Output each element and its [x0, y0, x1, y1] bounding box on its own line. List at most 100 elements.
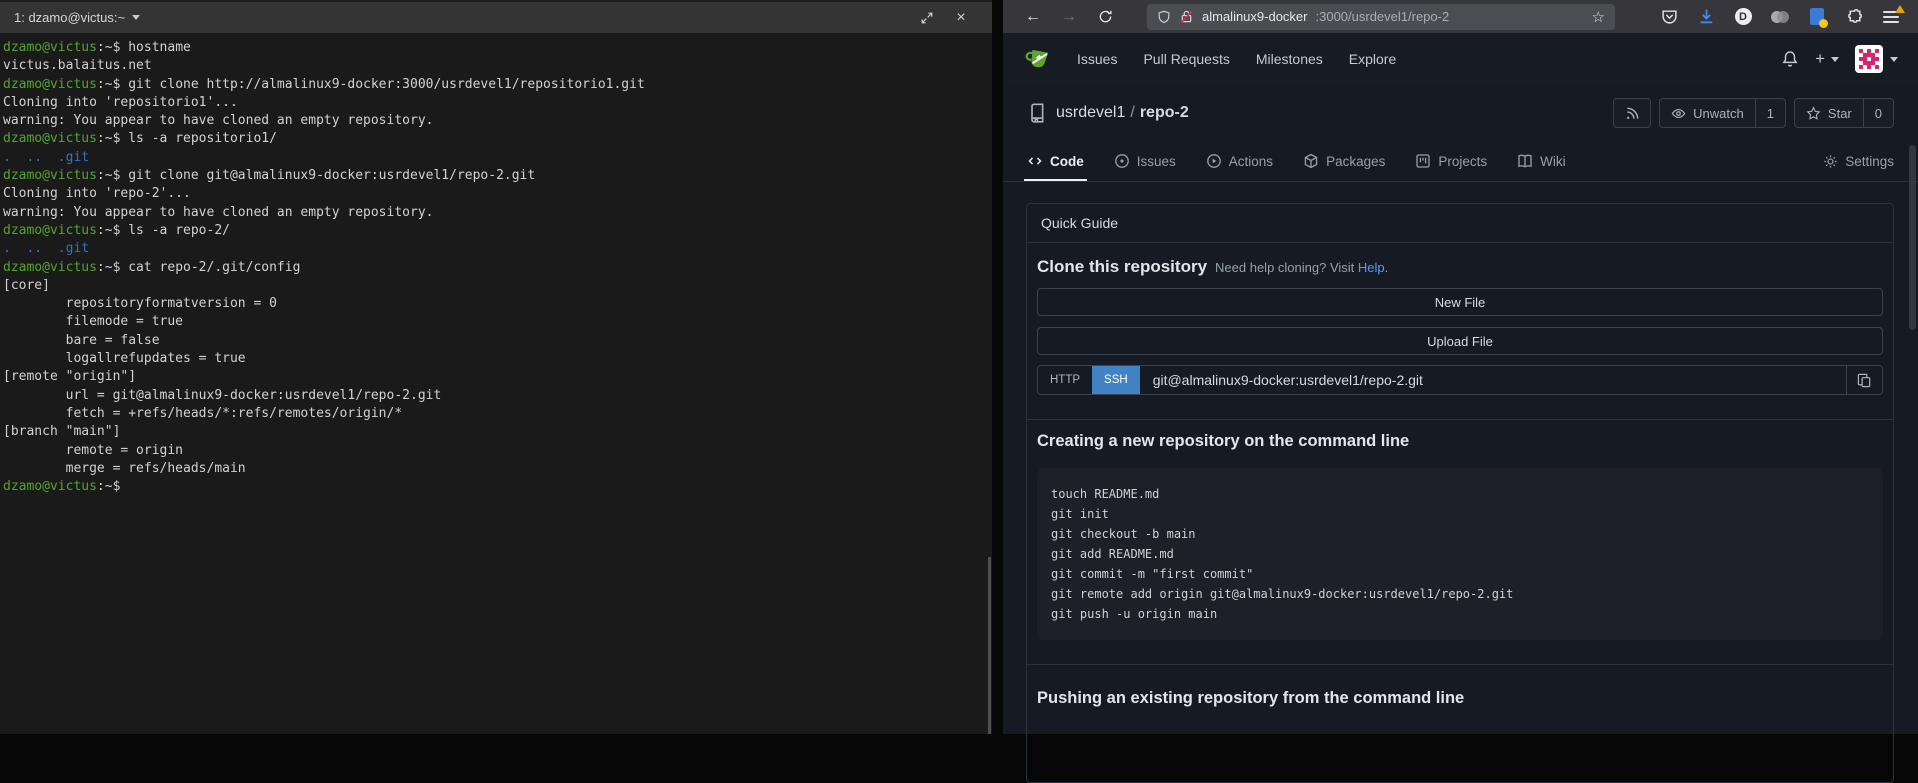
terminal-line: filemode = true — [3, 313, 989, 331]
quick-guide-panel: Quick Guide Clone this repository Need h… — [1026, 203, 1894, 783]
http-toggle[interactable]: HTTP — [1038, 366, 1092, 394]
unwatch-button[interactable]: Unwatch 1 — [1659, 98, 1786, 128]
nav-pull-requests[interactable]: Pull Requests — [1143, 51, 1229, 67]
pocket-icon[interactable] — [1658, 6, 1680, 28]
repo-tabs: Code Issues Actions Packages Projects — [1003, 141, 1918, 182]
tab-packages[interactable]: Packages — [1303, 141, 1385, 181]
terminal-titlebar[interactable]: 1: dzamo@victus:~ × — [0, 0, 992, 33]
create-new-button[interactable]: + — [1815, 49, 1839, 69]
shield-icon[interactable] — [1157, 10, 1171, 24]
terminal-scrollbar-thumb[interactable] — [988, 557, 991, 734]
app-menu-icon[interactable] — [1880, 6, 1902, 28]
terminal-output[interactable]: dzamo@victus:~$ hostnamevictus.balaitus.… — [0, 33, 992, 502]
repo-name-link[interactable]: repo-2 — [1140, 104, 1189, 121]
chevron-down-icon — [1831, 57, 1839, 62]
code-icon — [1027, 153, 1043, 169]
bell-icon[interactable] — [1781, 50, 1799, 68]
tab-code[interactable]: Code — [1027, 141, 1084, 181]
gitea-navbar: Issues Pull Requests Milestones Explore … — [1003, 33, 1918, 85]
copy-url-button[interactable] — [1846, 366, 1882, 394]
repo-breadcrumb: usrdevel1/repo-2 — [1056, 104, 1189, 122]
terminal-line: victus.balaitus.net — [3, 57, 989, 75]
terminal-line: [core] — [3, 277, 989, 295]
terminal-line: dzamo@victus:~$ git clone http://almalin… — [3, 76, 989, 94]
clone-section: Clone this repository Need help cloning?… — [1027, 243, 1893, 419]
play-circle-icon — [1206, 153, 1222, 169]
terminal-line: dzamo@victus:~$ cat repo-2/.git/config — [3, 259, 989, 277]
tab-projects[interactable]: Projects — [1415, 141, 1487, 181]
bookmark-star-icon[interactable]: ☆ — [1592, 8, 1605, 26]
repo-header: usrdevel1/repo-2 Unwatch 1 — [1003, 85, 1918, 141]
terminal-line: [branch "main"] — [3, 423, 989, 441]
clone-url-group: HTTP SSH — [1037, 365, 1883, 395]
nav-explore[interactable]: Explore — [1349, 51, 1396, 67]
user-menu[interactable] — [1855, 45, 1898, 73]
terminal-line: remote = origin — [3, 442, 989, 460]
star-button[interactable]: Star 0 — [1794, 98, 1894, 128]
issue-icon — [1114, 153, 1130, 169]
terminal-line: dzamo@victus:~$ ls -a repo-2/ — [3, 222, 989, 240]
toolbar-extensions: D — [1658, 6, 1906, 28]
extensions-puzzle-icon[interactable] — [1843, 6, 1865, 28]
push-repo-section: Pushing an existing repository from the … — [1027, 664, 1893, 732]
tab-actions[interactable]: Actions — [1206, 141, 1273, 181]
browser-window: ← → almalinux9-docker:3000/usrdevel1/rep… — [1003, 0, 1918, 734]
forward-button[interactable]: → — [1051, 4, 1087, 30]
reload-button[interactable] — [1087, 4, 1123, 30]
create-repo-code[interactable]: touch README.md git init git checkout -b… — [1037, 468, 1883, 640]
d-badge-extension-icon[interactable]: D — [1732, 6, 1754, 28]
repo-owner-link[interactable]: usrdevel1 — [1056, 104, 1125, 121]
star-icon — [1806, 106, 1821, 121]
restore-icon — [920, 11, 934, 25]
star-count[interactable]: 0 — [1863, 99, 1893, 127]
clone-url-input[interactable] — [1140, 366, 1846, 394]
tab-wiki[interactable]: Wiki — [1517, 141, 1566, 181]
reload-icon — [1098, 9, 1113, 24]
terminal-line: merge = refs/heads/main — [3, 460, 989, 478]
insecure-lock-icon[interactable] — [1179, 9, 1194, 24]
plus-icon: + — [1815, 49, 1825, 69]
avatar — [1855, 45, 1883, 73]
terminal-line: Cloning into 'repo-2'... — [3, 185, 989, 203]
terminal-line: . .. .git — [3, 240, 989, 258]
repo-actions: Unwatch 1 Star 0 — [1613, 98, 1894, 128]
restore-window-button[interactable] — [910, 5, 944, 31]
circles-extension-icon[interactable] — [1769, 6, 1791, 28]
ssh-toggle[interactable]: SSH — [1092, 366, 1140, 394]
watch-count[interactable]: 1 — [1755, 99, 1785, 127]
terminal-line: dzamo@victus:~$ ls -a repositorio1/ — [3, 130, 989, 148]
back-button[interactable]: ← — [1015, 4, 1051, 30]
download-helper-extension-icon[interactable] — [1806, 6, 1828, 28]
url-bar[interactable]: almalinux9-docker:3000/usrdevel1/repo-2 … — [1147, 4, 1615, 30]
nav-issues[interactable]: Issues — [1077, 51, 1117, 67]
tab-issues[interactable]: Issues — [1114, 141, 1176, 181]
help-link[interactable]: Help — [1358, 260, 1385, 275]
nav-milestones[interactable]: Milestones — [1256, 51, 1323, 67]
gitea-logo[interactable] — [1023, 44, 1053, 74]
chevron-down-icon — [1890, 57, 1898, 62]
project-board-icon — [1415, 153, 1431, 169]
terminal-line: repositoryformatversion = 0 — [3, 295, 989, 313]
browser-scrollbar-thumb[interactable] — [1909, 145, 1916, 330]
new-file-button[interactable]: New File — [1037, 288, 1883, 316]
url-host: almalinux9-docker — [1202, 9, 1308, 24]
terminal-line: Cloning into 'repositorio1'... — [3, 94, 989, 112]
upload-file-button[interactable]: Upload File — [1037, 327, 1883, 355]
terminal-line: logallrefupdates = true — [3, 350, 989, 368]
terminal-line: warning: You appear to have cloned an em… — [3, 112, 989, 130]
package-cube-icon — [1303, 153, 1319, 169]
repo-icon — [1027, 103, 1047, 123]
rss-button[interactable] — [1613, 98, 1651, 128]
downloads-icon[interactable] — [1695, 6, 1717, 28]
copy-icon — [1857, 373, 1872, 388]
close-window-button[interactable]: × — [944, 5, 978, 31]
terminal-line: dzamo@victus:~$ hostname — [3, 39, 989, 57]
terminal-line: url = git@almalinux9-docker:usrdevel1/re… — [3, 387, 989, 405]
terminal-line: fetch = +refs/heads/*:refs/remotes/origi… — [3, 405, 989, 423]
rss-icon — [1625, 106, 1640, 121]
eye-icon — [1671, 106, 1686, 121]
tab-settings[interactable]: Settings — [1823, 154, 1894, 169]
chevron-down-icon[interactable] — [132, 15, 140, 20]
terminal-title: 1: dzamo@victus:~ — [14, 10, 125, 25]
terminal-line: dzamo@victus:~$ git clone git@almalinux9… — [3, 167, 989, 185]
